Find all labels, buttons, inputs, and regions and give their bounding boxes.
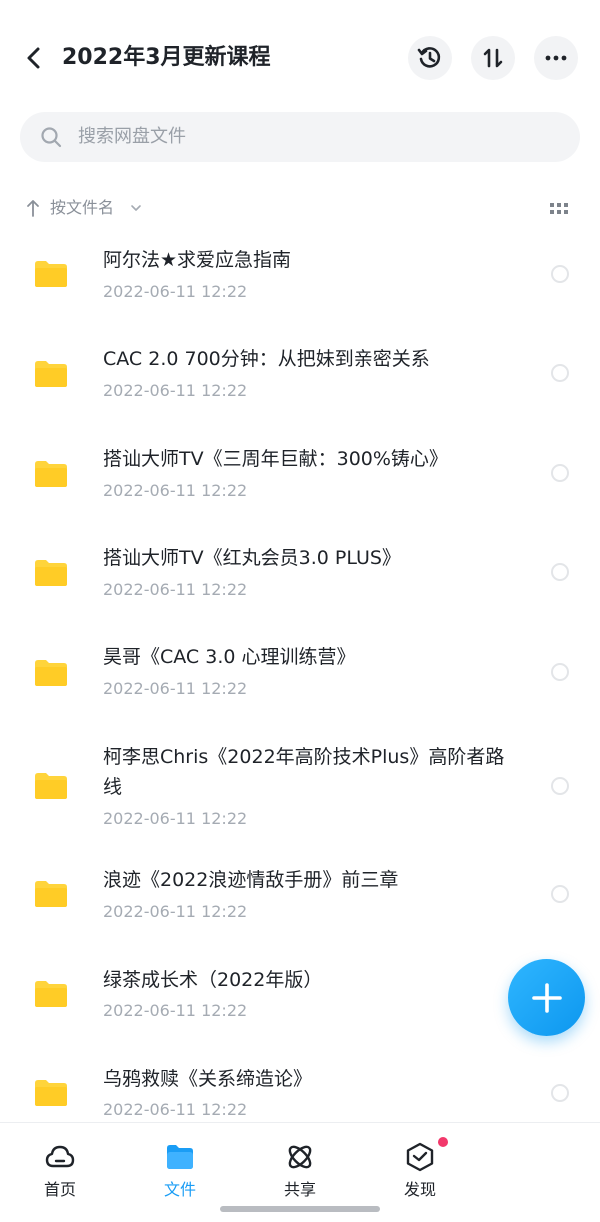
tab-files[interactable]: 文件 [140,1139,220,1209]
file-date: 2022-06-11 12:22 [103,1100,248,1119]
file-row[interactable]: 阿尔法★求爱应急指南 2022-06-11 12:22 [0,238,600,322]
select-radio[interactable] [551,1084,569,1102]
file-name: 乌鸦救赎《关系缔造论》 [103,1068,313,1090]
tab-label: 共享 [283,1180,316,1199]
chevron-down-icon[interactable] [130,202,142,214]
folder-icon [35,461,67,487]
file-name: 绿茶成长术（2022年版） [103,969,323,991]
search-icon [41,127,62,148]
file-date: 2022-06-11 12:22 [103,580,248,599]
select-radio[interactable] [551,885,569,903]
tab-label: 文件 [163,1180,196,1199]
arrow-up-icon [27,200,39,217]
select-radio[interactable] [551,464,569,482]
select-radio[interactable] [551,777,569,795]
add-button[interactable] [508,959,585,1036]
folder-icon [35,660,67,686]
file-name: CAC 2.0 700分钟：从把妹到亲密关系 [103,348,430,370]
file-row[interactable]: 乌鸦救赎《关系缔造论》 2022-06-11 12:22 [0,1064,600,1120]
more-button[interactable] [534,36,578,80]
folder-icon [35,560,67,586]
select-radio[interactable] [551,265,569,283]
top-bar: 2022年3月更新课程 [0,32,600,84]
sort-swap-icon [483,48,503,68]
sort-by-name-button[interactable]: 按文件名 [50,197,114,219]
file-row[interactable]: 柯李思Chris《2022年高阶技术Plus》高阶者路线 2022-06-11 … [0,735,600,849]
file-row[interactable]: 搭讪大师TV《三周年巨献：300%铸心》 2022-06-11 12:22 [0,436,600,520]
sort-swap-button[interactable] [471,36,515,80]
folder-icon [35,361,67,387]
file-date: 2022-06-11 12:22 [103,282,248,301]
grid-view-icon[interactable] [548,200,570,218]
select-radio[interactable] [551,364,569,382]
notification-dot [438,1137,448,1147]
file-date: 2022-06-11 12:22 [103,1001,248,1020]
folder-icon [35,881,67,907]
sort-bar: 按文件名 [0,194,600,224]
file-name: 搭讪大师TV《红丸会员3.0 PLUS》 [103,547,401,569]
folder-icon [35,773,67,799]
file-date: 2022-06-11 12:22 [103,809,248,828]
file-row[interactable]: 搭讪大师TV《红丸会员3.0 PLUS》 2022-06-11 12:22 [0,535,600,619]
history-button[interactable] [408,36,452,80]
history-icon [417,47,441,68]
app-root: 2022年3月更新课程 搜索网盘文件 按文件名 阿尔法★求爱应急指南 2022-… [0,0,600,1222]
tab-label: 发现 [403,1180,436,1199]
tab-share[interactable]: 共享 [260,1139,340,1209]
file-name: 昊哥《CAC 3.0 心理训练营》 [103,646,356,668]
file-date: 2022-06-11 12:22 [103,481,248,500]
folder-icon [35,261,67,287]
file-date: 2022-06-11 12:22 [103,902,248,921]
plus-icon [531,982,562,1013]
file-row[interactable]: 浪迹《2022浪迹情敌手册》前三章 2022-06-11 12:22 [0,865,600,949]
select-radio[interactable] [551,563,569,581]
folder-icon [35,981,67,1007]
tab-home[interactable]: 首页 [20,1139,100,1209]
home-indicator [220,1206,380,1212]
file-name: 搭讪大师TV《三周年巨献：300%铸心》 [103,448,448,470]
back-button[interactable] [20,44,48,72]
file-name: 阿尔法★求爱应急指南 [103,249,292,271]
tab-discover[interactable]: 发现 [380,1137,460,1209]
file-row[interactable]: 昊哥《CAC 3.0 心理训练营》 2022-06-11 12:22 [0,635,600,719]
tab-label: 首页 [43,1180,76,1199]
more-icon [545,55,567,61]
file-date: 2022-06-11 12:22 [103,679,248,698]
select-radio[interactable] [551,663,569,681]
cloud-icon [45,1145,75,1168]
search-bar[interactable]: 搜索网盘文件 [20,112,580,162]
chevron-left-icon [27,47,40,69]
page-title: 2022年3月更新课程 [62,45,271,70]
file-date: 2022-06-11 12:22 [103,381,248,400]
atom-icon [288,1145,312,1169]
folder-icon [35,1080,67,1106]
search-input[interactable]: 搜索网盘文件 [78,125,186,149]
cube-icon [406,1142,434,1172]
file-name: 柯李思Chris《2022年高阶技术Plus》高阶者路线 [103,746,505,798]
file-row[interactable]: CAC 2.0 700分钟：从把妹到亲密关系 2022-06-11 12:22 [0,336,600,420]
file-name: 浪迹《2022浪迹情敌手册》前三章 [103,869,399,891]
folder-icon [167,1145,193,1169]
